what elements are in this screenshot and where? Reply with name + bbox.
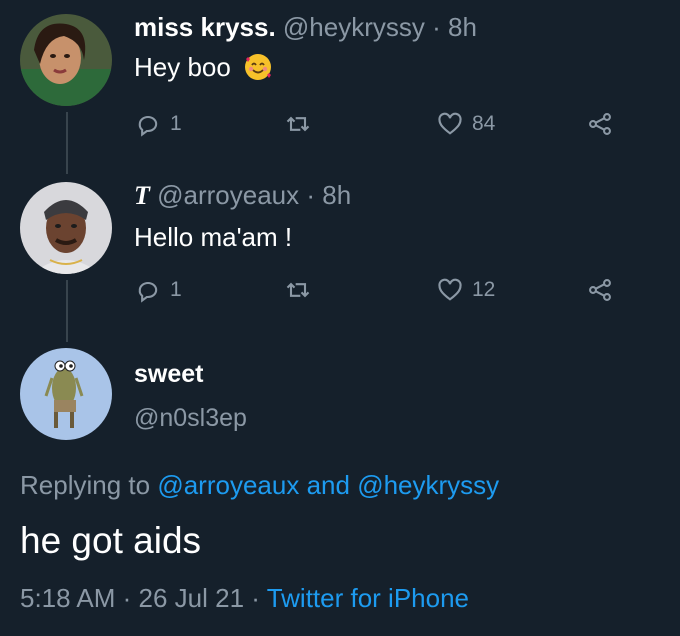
timestamp[interactable]: · 8h	[432, 12, 477, 42]
retweet-button[interactable]	[284, 276, 312, 304]
retweet-icon	[286, 116, 310, 132]
thread-line	[66, 112, 68, 174]
share-icon	[589, 279, 611, 301]
reply-button[interactable]: 1	[134, 110, 182, 138]
avatar[interactable]	[20, 348, 112, 440]
mention-link[interactable]: @heykryssy	[357, 470, 499, 500]
tweet-time[interactable]: 5:18 AM	[20, 583, 115, 613]
display-name[interactable]: T	[134, 181, 150, 210]
mention-link[interactable]: @arroyeaux	[157, 470, 299, 500]
heart-icon	[438, 112, 462, 135]
avatar[interactable]	[20, 182, 112, 274]
timestamp[interactable]: · 8h	[306, 180, 351, 210]
reply-count: 1	[170, 278, 182, 301]
handle[interactable]: @arroyeaux	[157, 180, 299, 210]
heart-icon	[438, 278, 462, 301]
reply-button[interactable]: 1	[134, 276, 182, 304]
tweet-source[interactable]: Twitter for iPhone	[267, 583, 469, 613]
tweet-text: Hey boo	[134, 52, 231, 82]
share-icon	[589, 113, 611, 135]
reply-icon	[138, 115, 158, 137]
tweet-footer: 5:18 AM · 26 Jul 21 · Twitter for iPhone	[20, 583, 469, 614]
replying-and: and	[306, 470, 350, 500]
tweet-date[interactable]: · 26 Jul 21 ·	[123, 583, 260, 613]
display-name[interactable]: sweet	[134, 360, 203, 389]
smiling-face-with-hearts-icon	[244, 53, 272, 81]
reply-count: 1	[170, 112, 182, 135]
tweet-text: he got aids	[20, 520, 202, 561]
handle[interactable]: @n0sl3ep	[134, 404, 247, 433]
replying-prefix: Replying to	[20, 470, 151, 500]
handle[interactable]: @heykryssy	[283, 12, 425, 42]
tweet-text-container: Hey boo	[134, 52, 272, 83]
like-count: 12	[472, 278, 496, 301]
replying-to: Replying to @arroyeaux and @heykryssy	[20, 470, 499, 501]
retweet-button[interactable]	[284, 110, 312, 138]
display-name[interactable]: miss kryss.	[134, 12, 276, 42]
like-button[interactable]: 84	[436, 110, 495, 138]
share-button[interactable]	[586, 110, 614, 138]
like-count: 84	[472, 112, 496, 135]
avatar[interactable]	[20, 14, 112, 106]
like-button[interactable]: 12	[436, 276, 495, 304]
retweet-icon	[286, 282, 310, 298]
thread-line	[66, 280, 68, 342]
share-button[interactable]	[586, 276, 614, 304]
reply-icon	[138, 281, 158, 303]
tweet-text: Hello ma'am !	[134, 222, 293, 252]
